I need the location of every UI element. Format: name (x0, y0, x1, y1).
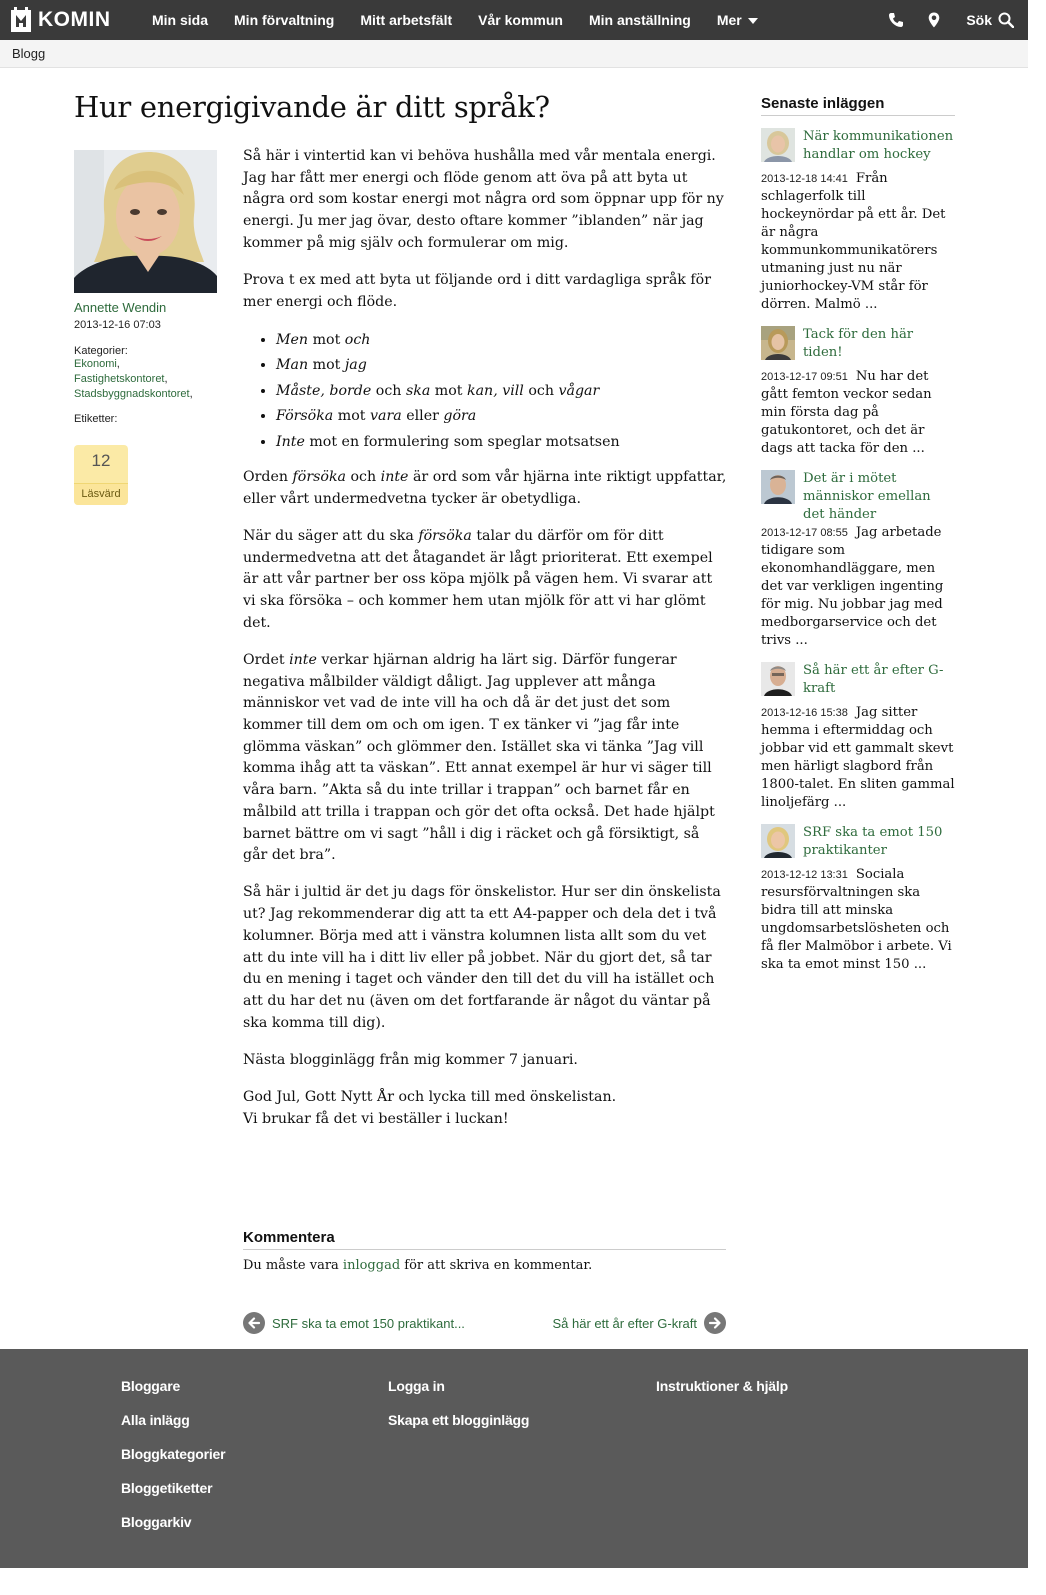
footer-link-alla-inlagg[interactable]: Alla inlägg (121, 1403, 225, 1437)
article-body: Så här i vintertid kan vi behöva hushåll… (243, 146, 728, 1146)
sidebar-post-title-link[interactable]: Tack för den här tiden! (803, 326, 955, 362)
breadcrumb-bar: Blogg (0, 40, 1028, 68)
previous-post-link[interactable]: SRF ska ta emot 150 praktikant... (243, 1312, 465, 1334)
list-item: Försöka mot vara eller göra (276, 404, 728, 429)
sidebar-post: Tack för den här tiden! 2013-12-17 09:51… (761, 326, 955, 458)
tags-label: Etiketter: (74, 413, 118, 425)
sidebar-post-avatar[interactable] (761, 470, 795, 504)
paragraph-1: Så här i vintertid kan vi behöva hushåll… (243, 148, 724, 251)
footer-column-account: Logga in Skapa ett blogginlägg (388, 1369, 529, 1437)
sidebar-post-excerpt: Från schlagerfolk till hockeynördar på e… (761, 171, 946, 312)
comment-heading: Kommentera (243, 1229, 726, 1250)
main-nav: Min sida Min förvaltning Mitt arbetsfält… (152, 0, 784, 40)
list-item: Måste, borde och ska mot kan, vill och v… (276, 379, 728, 404)
paragraph-2: Prova t ex med att byta ut följande ord … (243, 272, 711, 310)
chevron-down-icon (747, 18, 758, 24)
category-link-fastighetskontoret[interactable]: Fastighetskontoret, (74, 372, 224, 387)
komin-logo[interactable]: KOMIN (10, 5, 111, 35)
login-link[interactable]: inloggad (343, 1258, 400, 1273)
category-label: Fastighetskontoret (74, 373, 165, 385)
sidebar-post-excerpt: Sociala resursförvaltningen ska bidra ti… (761, 867, 952, 972)
author-panel: Annette Wendin 2013-12-16 07:03 Kategori… (74, 150, 224, 505)
nav-item-more[interactable]: Mer (717, 12, 758, 28)
category-label: Stadsbyggnadskontoret (74, 388, 190, 400)
paragraph-4: När du säger att du ska försöka talar du… (243, 527, 713, 631)
sidebar-post-date: 2013-12-17 09:51 (761, 371, 848, 383)
city-crest-icon (11, 7, 31, 32)
category-label: Ekonomi (74, 358, 117, 370)
author-name-link[interactable]: Annette Wendin (74, 300, 224, 315)
phone-icon[interactable] (888, 12, 904, 28)
sidebar-post-excerpt: Jag arbetade tidigare som ekonomhandlägg… (761, 525, 944, 648)
footer-link-bloggkategorier[interactable]: Bloggkategorier (121, 1437, 226, 1471)
next-post-link[interactable]: Så här ett år efter G-kraft (552, 1312, 726, 1334)
footer-link-bloggare[interactable]: Bloggare (121, 1369, 225, 1403)
latest-posts-sidebar: Senaste inläggen När kommunikationen han… (761, 95, 955, 974)
sidebar-post-date: 2013-12-16 15:38 (761, 707, 848, 719)
paragraph-5: Ordet inte verkar hjärnan aldrig ha lärt… (243, 651, 715, 864)
logo-text: KOMIN (38, 8, 111, 31)
sidebar-post-title-link[interactable]: Så här ett år efter G-kraft (803, 662, 955, 698)
search-icon[interactable] (998, 12, 1014, 28)
next-post-title: Så här ett år efter G-kraft (552, 1315, 698, 1331)
sidebar-post-avatar[interactable] (761, 662, 795, 696)
category-link-stadsbyggnadskontoret[interactable]: Stadsbyggnadskontoret, (74, 387, 224, 402)
sidebar-post: SRF ska ta emot 150 praktikanter 2013-12… (761, 824, 955, 974)
comment-login-notice: Du måste vara inloggad för att skriva en… (243, 1258, 593, 1273)
nav-item-min-anstallning[interactable]: Min anställning (589, 12, 691, 28)
nav-item-mitt-arbetsfalt[interactable]: Mitt arbetsfält (360, 12, 452, 28)
breadcrumb-blogg[interactable]: Blogg (12, 46, 45, 61)
footer-link-skapa-blogginlagg[interactable]: Skapa ett blogginlägg (388, 1403, 529, 1437)
sidebar-post-title-link[interactable]: När kommunikationen handlar om hockey (803, 128, 955, 164)
categories-label: Kategorier: (74, 345, 128, 357)
sidebar-post-date: 2013-12-17 08:55 (761, 527, 848, 539)
sidebar-post-date: 2013-12-12 13:31 (761, 869, 848, 881)
nav-item-var-kommun[interactable]: Vår kommun (478, 12, 563, 28)
nav-item-min-forvaltning[interactable]: Min förvaltning (234, 12, 334, 28)
sidebar-post-date: 2013-12-18 14:41 (761, 173, 848, 185)
post-date: 2013-12-16 07:03 (74, 319, 161, 331)
footer-link-bloggarkiv[interactable]: Bloggarkiv (121, 1505, 225, 1539)
previous-post-title: SRF ska ta emot 150 praktikant... (272, 1315, 465, 1331)
list-item: Men mot och (276, 328, 728, 353)
sidebar-post: Det är i mötet människor emellan det hän… (761, 470, 955, 650)
list-item: Man mot jag (276, 353, 728, 378)
sidebar-post-avatar[interactable] (761, 326, 795, 360)
top-navigation-bar: KOMIN Min sida Min förvaltning Mitt arbe… (0, 0, 1028, 40)
category-link-ekonomi[interactable]: Ekonomi, (74, 357, 224, 372)
sidebar-post: När kommunikationen handlar om hockey 20… (761, 128, 955, 314)
categories-list: Ekonomi, Fastighetskontoret, Stadsbyggna… (74, 357, 224, 402)
footer: Bloggare Alla inlägg Bloggkategorier Blo… (0, 1349, 1028, 1568)
nav-tools: Sök (866, 0, 1014, 40)
sidebar-post-excerpt: Jag sitter hemma i eftermiddag och jobba… (761, 705, 955, 810)
author-photo[interactable] (74, 150, 217, 293)
paragraph-3: Orden försöka och inte är ord som vår hj… (243, 468, 727, 507)
footer-link-logga-in[interactable]: Logga in (388, 1369, 529, 1403)
worth-reading-label: Läsvärd (74, 483, 128, 505)
paragraph-8: God Jul, Gott Nytt År och lycka till med… (243, 1089, 617, 1127)
sidebar-post: Så här ett år efter G-kraft 2013-12-16 1… (761, 662, 955, 812)
nav-item-min-sida[interactable]: Min sida (152, 12, 208, 28)
sidebar-post-avatar[interactable] (761, 824, 795, 858)
worth-reading-count: 12 (91, 451, 111, 470)
sidebar-post-title-link[interactable]: SRF ska ta emot 150 praktikanter (803, 824, 955, 860)
arrow-right-icon (704, 1312, 726, 1334)
sidebar-heading: Senaste inläggen (761, 95, 955, 116)
sidebar-post-title-link[interactable]: Det är i mötet människor emellan det hän… (803, 470, 955, 524)
page-title: Hur energigivande är ditt språk? (74, 90, 550, 124)
arrow-left-icon (243, 1312, 265, 1334)
more-label: Mer (716, 12, 742, 28)
footer-link-bloggetiketter[interactable]: Bloggetiketter (121, 1471, 225, 1505)
location-pin-icon[interactable] (926, 12, 942, 28)
footer-column-blog: Bloggare Alla inlägg Bloggkategorier Blo… (121, 1369, 226, 1539)
sidebar-post-avatar[interactable] (761, 128, 795, 162)
search-label[interactable]: Sök (966, 12, 992, 28)
paragraph-7: Nästa blogginlägg från mig kommer 7 janu… (243, 1051, 578, 1068)
footer-link-instruktioner[interactable]: Instruktioner & hjälp (656, 1369, 788, 1403)
list-item: Inte mot en formulering som speglar mots… (276, 430, 728, 455)
worth-reading-button[interactable]: 12 Läsvärd (74, 445, 128, 505)
paragraph-6: Så här i jultid är det ju dags för önske… (243, 884, 721, 1031)
word-list: Men mot och Man mot jag Måste, borde och… (276, 328, 728, 455)
footer-column-help: Instruktioner & hjälp (656, 1369, 788, 1403)
